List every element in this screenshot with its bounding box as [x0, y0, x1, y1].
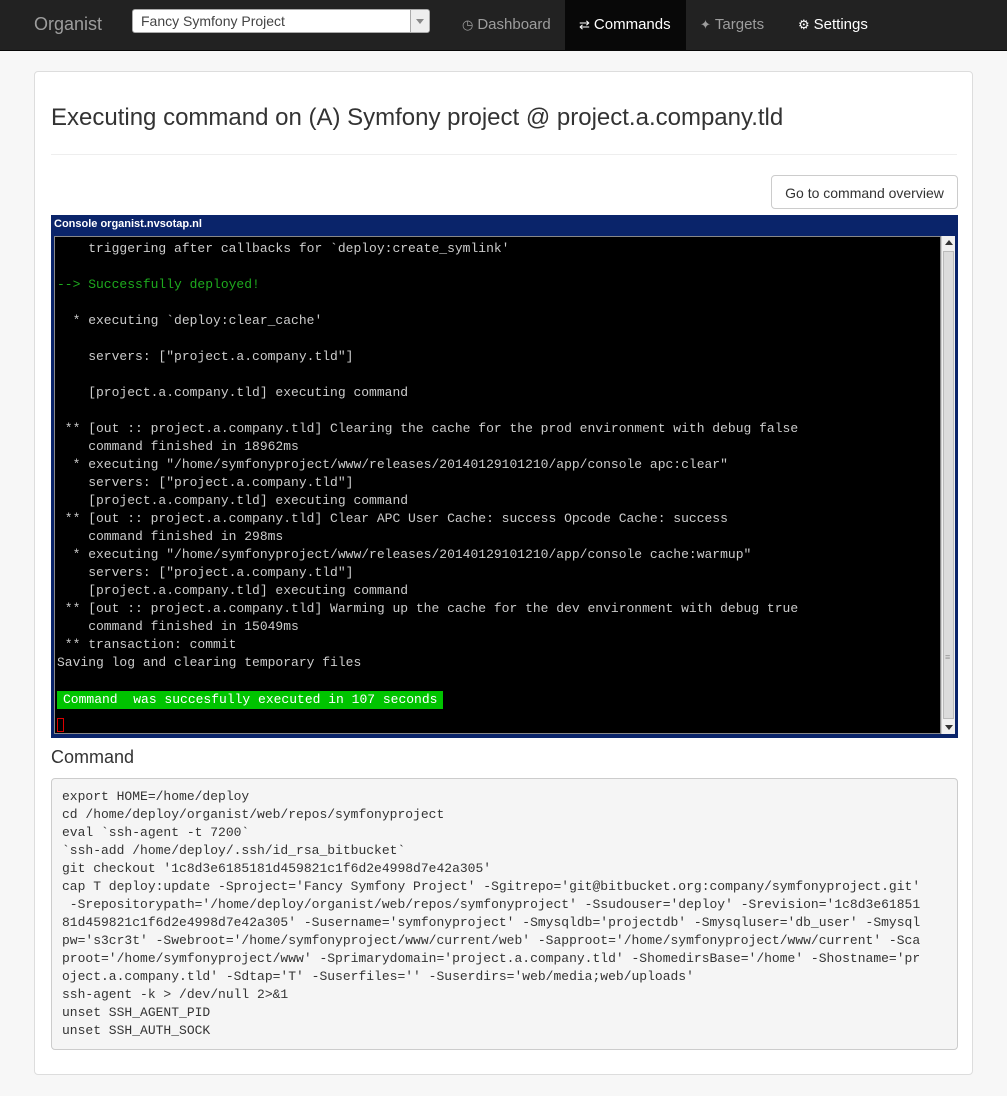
- console-line: ** [out :: project.a.company.tld] Cleari…: [57, 421, 799, 436]
- terminal-cursor: [57, 718, 64, 732]
- console-line: servers: ["project.a.company.tld"]: [57, 349, 354, 364]
- scroll-thumb[interactable]: [943, 251, 954, 719]
- command-line: ssh-agent -k > /dev/null 2>&1: [62, 987, 289, 1002]
- command-line: cap T deploy:update -Sproject='Fancy Sym…: [62, 879, 921, 894]
- console-line: ** [out :: project.a.company.tld] Clear …: [57, 511, 728, 526]
- console-title: Console organist.nvsotap.nl: [54, 218, 202, 230]
- console-line: ** transaction: commit: [57, 637, 237, 652]
- console-line: * executing "/home/symfonyproject/www/re…: [57, 457, 728, 472]
- console-scrollbar[interactable]: [941, 236, 955, 734]
- command-line: `ssh-add /home/deploy/.ssh/id_rsa_bitbuc…: [62, 843, 406, 858]
- top-navbar: Organist Fancy Symfony Project ◷ Dashboar…: [0, 0, 1007, 51]
- scroll-up-icon[interactable]: [942, 236, 955, 249]
- command-line: -Srepositorypath='/home/deploy/organist/…: [62, 897, 921, 912]
- success-message: Command was succesfully executed in 107 …: [57, 691, 444, 709]
- commands-icon: ⇄: [579, 17, 590, 32]
- page-title: Executing command on (A) Symfony project…: [51, 104, 784, 131]
- nav-targets[interactable]: ✦ Targets: [686, 0, 778, 50]
- console-line: --> Successfully deployed!: [57, 277, 260, 292]
- command-heading: Command: [51, 747, 135, 767]
- console-output[interactable]: triggering after callbacks for `deploy:c…: [54, 236, 941, 734]
- gear-icon: ⚙: [798, 17, 810, 32]
- command-line: export HOME=/home/deploy: [62, 789, 250, 804]
- project-select-value: Fancy Symfony Project: [141, 13, 285, 29]
- nav-dashboard-label: Dashboard: [477, 16, 551, 33]
- console-line: Command was succesfully executed in 107 …: [57, 690, 937, 709]
- console-line: * executing `deploy:clear_cache': [57, 313, 323, 328]
- dashboard-icon: ◷: [462, 17, 474, 32]
- main-panel: Executing command on (A) Symfony project…: [34, 71, 973, 1075]
- console-line: Saving log and clearing temporary files: [57, 655, 362, 670]
- console-line: [project.a.company.tld] executing comman…: [57, 493, 409, 508]
- command-block: export HOME=/home/deploy cd /home/deploy/…: [51, 778, 958, 1050]
- nav-settings[interactable]: ⚙ Settings: [784, 0, 882, 50]
- command-line: pw='s3cr3t' -Swebroot='/home/symfonyproj…: [62, 933, 921, 948]
- console-line: servers: ["project.a.company.tld"]: [57, 475, 354, 490]
- scroll-down-icon[interactable]: [942, 721, 955, 734]
- project-select[interactable]: Fancy Symfony Project: [132, 9, 430, 33]
- console-line: triggering after callbacks for `deploy:c…: [57, 241, 510, 256]
- console-window: Console organist.nvsotap.nl triggering a…: [51, 215, 958, 738]
- targets-icon: ✦: [700, 17, 711, 32]
- console-line: ** [out :: project.a.company.tld] Warmin…: [57, 601, 799, 616]
- nav-dashboard[interactable]: ◷ Dashboard: [448, 0, 565, 50]
- command-line: cd /home/deploy/organist/web/repos/symfo…: [62, 807, 445, 822]
- console-line: [project.a.company.tld] executing comman…: [57, 385, 409, 400]
- nav-targets-label: Targets: [714, 16, 765, 33]
- console-lines: triggering after callbacks for `deploy:c…: [57, 240, 937, 709]
- console-line: command finished in 298ms: [57, 529, 284, 544]
- brand-logo[interactable]: Organist: [34, 14, 102, 35]
- chevron-down-icon[interactable]: [410, 10, 429, 32]
- nav-commands-label: Commands: [593, 16, 671, 33]
- command-line: proot='/home/symfonyproject/www' -Sprima…: [62, 951, 921, 966]
- command-line: oject.a.company.tld' -Sdtap='T' -Suserfi…: [62, 969, 694, 984]
- command-line: unset SSH_AGENT_PID: [62, 1005, 211, 1020]
- console-line: * executing "/home/symfonyproject/www/re…: [57, 547, 752, 562]
- command-line: 81d459821c1f6d2e4998d7e42a305' -Susernam…: [62, 915, 921, 930]
- command-line: git checkout '1c8d3e6185181d459821c1f6d2…: [62, 861, 492, 876]
- title-divider: [51, 154, 957, 155]
- console-line: [project.a.company.tld] executing comman…: [57, 583, 409, 598]
- console-line: command finished in 15049ms: [57, 619, 299, 634]
- command-line: eval `ssh-agent -t 7200`: [62, 825, 250, 840]
- nav-commands[interactable]: ⇄ Commands: [565, 0, 686, 50]
- go-to-command-overview-button[interactable]: Go to command overview: [771, 175, 958, 209]
- console-line: servers: ["project.a.company.tld"]: [57, 565, 354, 580]
- command-line: unset SSH_AUTH_SOCK: [62, 1023, 211, 1038]
- console-line: command finished in 18962ms: [57, 439, 299, 454]
- nav-settings-label: Settings: [813, 16, 868, 33]
